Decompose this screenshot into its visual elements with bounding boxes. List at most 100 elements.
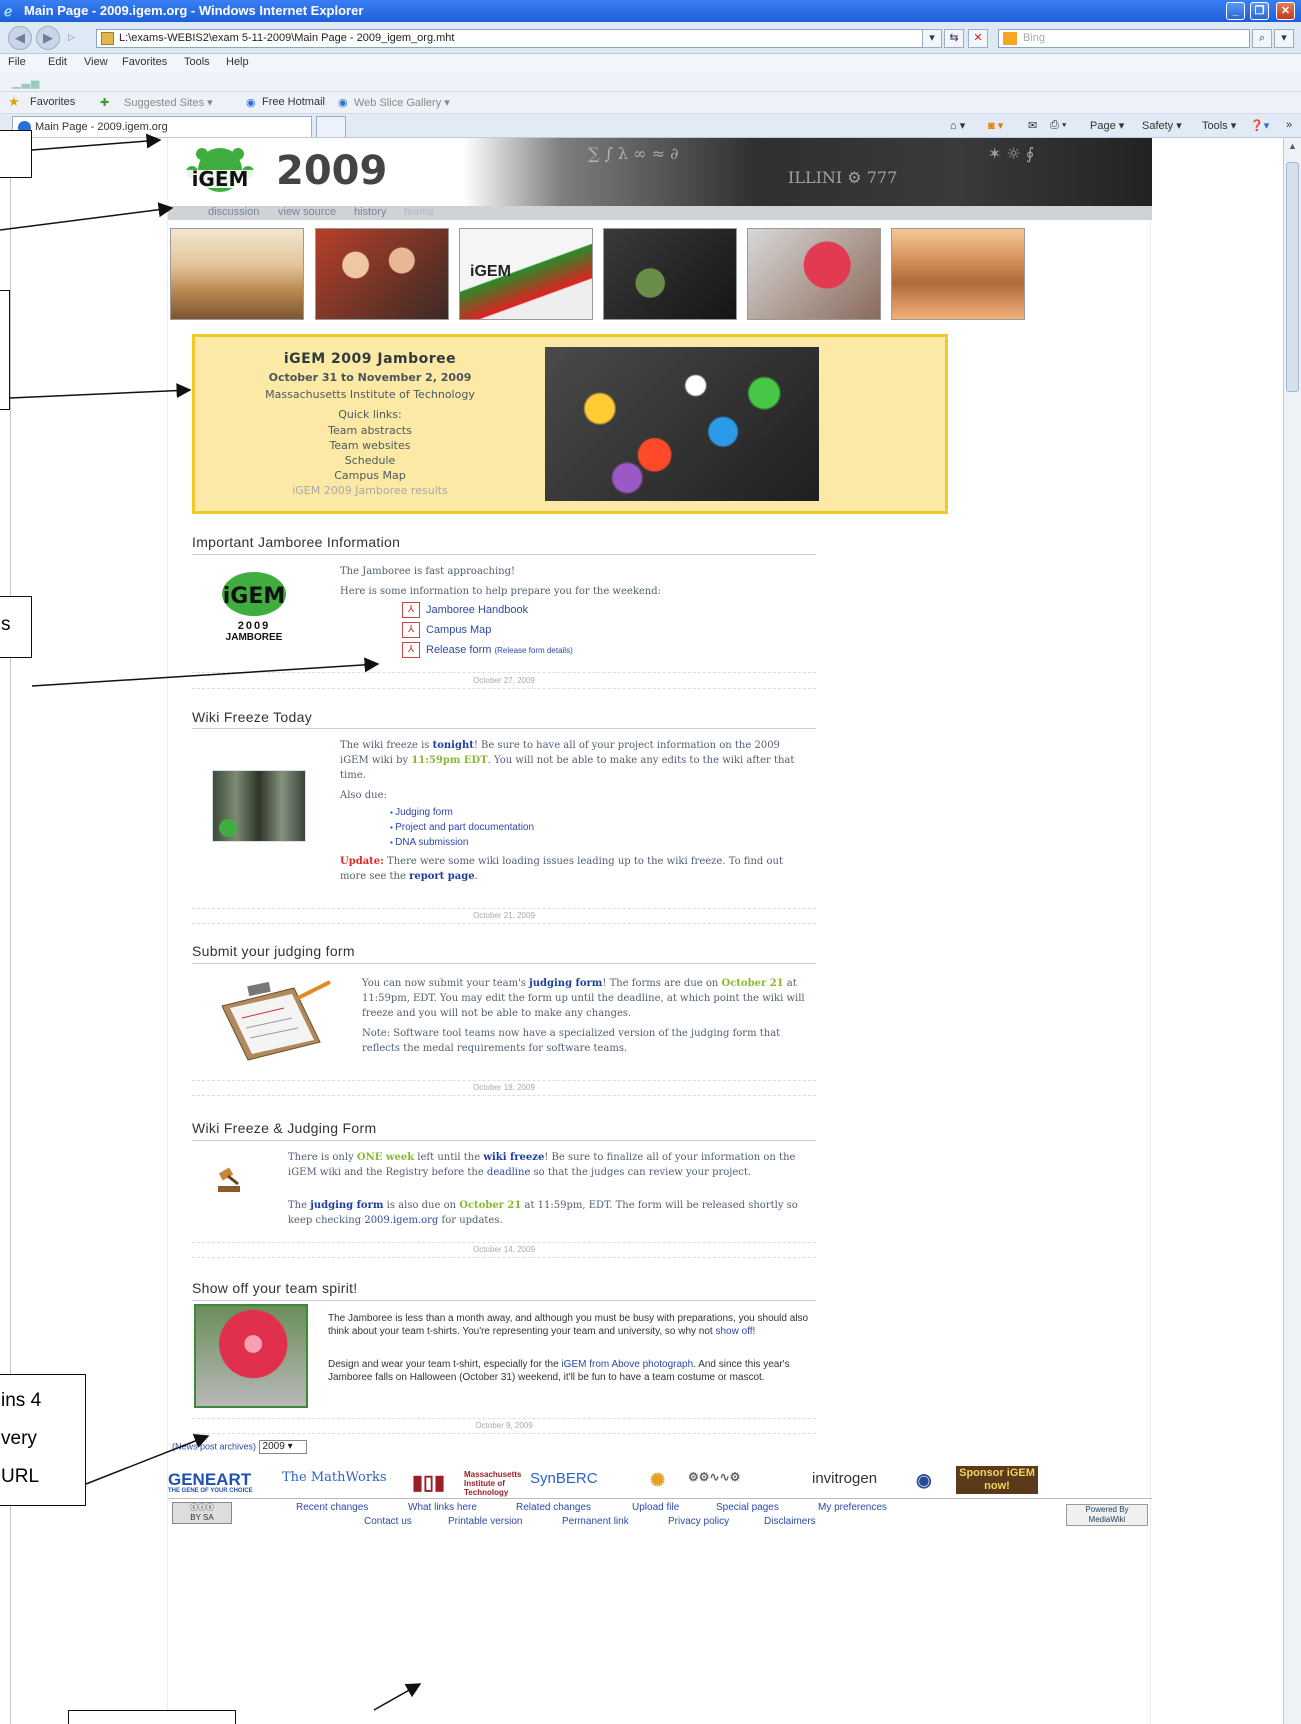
toolbar-overflow-icon[interactable]: » — [1286, 119, 1292, 131]
search-button[interactable]: ⌕ — [1252, 29, 1272, 48]
chalkboard-art-3: ✶ ☼ ∮ — [988, 144, 1035, 163]
mediawiki-badge[interactable]: Powered By MediaWiki — [1066, 1504, 1148, 1526]
freeze-photo[interactable] — [212, 770, 306, 842]
pdf-campus-map[interactable]: ⅄ Campus Map — [402, 622, 491, 638]
search-input[interactable]: Bing — [998, 29, 1250, 48]
new-tab-button[interactable] — [316, 116, 346, 137]
photo-mascot[interactable] — [747, 228, 881, 320]
footer-permanent-link[interactable]: Permanent link — [562, 1516, 629, 1527]
footer-privacy-policy[interactable]: Privacy policy — [668, 1516, 729, 1527]
print-icon[interactable]: ⎙ ▾ — [1050, 119, 1066, 132]
link-team-websites[interactable]: Team websites — [205, 438, 535, 453]
safety-menu[interactable]: Safety ▾ — [1142, 119, 1182, 132]
footer-what-links-here[interactable]: What links here — [408, 1502, 477, 1513]
footer-my-preferences[interactable]: My preferences — [818, 1502, 887, 1513]
tab-discussion[interactable]: discussion — [208, 206, 259, 218]
chalkboard-art-2: ILLINI ⚙ 777 — [788, 168, 898, 187]
sponsor-mathworks[interactable]: The MathWorks — [282, 1470, 387, 1485]
footer-upload-file[interactable]: Upload file — [632, 1502, 679, 1513]
mail-icon[interactable]: ✉ — [1028, 119, 1037, 132]
footer-disclaimers[interactable]: Disclaimers — [764, 1516, 816, 1527]
one-week-text: ONE week — [356, 1152, 415, 1163]
show-off-link[interactable]: show off! — [715, 1326, 755, 1337]
link-dna-submission[interactable]: DNA submission — [390, 837, 468, 848]
favorites-star-icon[interactable]: ★ — [8, 94, 20, 110]
link-schedule[interactable]: Schedule — [205, 453, 535, 468]
mascot-photo[interactable] — [194, 1304, 308, 1408]
scroll-up-icon[interactable]: ▲ — [1286, 141, 1299, 157]
photo-plates[interactable] — [891, 228, 1025, 320]
footer-contact-us[interactable]: Contact us — [364, 1516, 412, 1527]
sponsor-geneart[interactable]: GENEART — [168, 1470, 251, 1490]
pdf-release-form[interactable]: ⅄ Release form (Release form details) — [402, 642, 573, 658]
menu-edit[interactable]: Edit — [48, 56, 67, 68]
link-team-abstracts[interactable]: Team abstracts — [205, 423, 535, 438]
sponsor-invitrogen[interactable]: invitrogen — [812, 1470, 877, 1487]
browser-tab[interactable]: Main Page - 2009.igem.org — [12, 116, 312, 137]
link-campus-map[interactable]: Campus Map — [205, 468, 535, 483]
photo-lab-boxes[interactable] — [170, 228, 304, 320]
close-button[interactable]: ✕ — [1276, 2, 1295, 20]
sponsor-mit[interactable]: Massachusetts Institute of Technology — [464, 1470, 524, 1497]
due-date: October 21 — [721, 978, 784, 989]
forward-button[interactable]: ▶ — [36, 26, 60, 50]
recent-pages-icon[interactable]: ▷ — [68, 32, 75, 43]
igem-logo[interactable]: iGEM — [172, 146, 268, 200]
tab-history[interactable]: history — [354, 206, 386, 218]
menu-file[interactable]: File — [8, 56, 26, 68]
tab-teams[interactable]: teams — [404, 206, 434, 218]
sponsor-igem-now-button[interactable]: Sponsor iGEM now! — [956, 1466, 1038, 1494]
sponsor-synberc[interactable]: SynBERC — [530, 1470, 598, 1487]
free-hotmail-link[interactable]: Free Hotmail — [262, 96, 325, 108]
add-favorite-icon[interactable]: ✚ — [100, 96, 109, 109]
wiki-freeze-link[interactable]: wiki freeze — [483, 1152, 544, 1163]
photo-students[interactable] — [603, 228, 737, 320]
igem-site-link[interactable]: 2009.igem.org — [364, 1215, 438, 1226]
photo-team-crowd[interactable] — [315, 228, 449, 320]
menu-help[interactable]: Help — [226, 56, 249, 68]
web-slice-gallery-link[interactable]: Web Slice Gallery ▾ — [354, 96, 450, 109]
minimize-button[interactable]: _ — [1226, 2, 1245, 20]
footer-special-pages[interactable]: Special pages — [716, 1502, 779, 1513]
igem-from-above-link[interactable]: iGEM from Above photograph — [561, 1359, 693, 1370]
help-icon[interactable]: ❓▾ — [1250, 119, 1269, 132]
maximize-button[interactable]: ❐ — [1250, 2, 1269, 20]
menu-favorites[interactable]: Favorites — [122, 56, 167, 68]
tools-menu[interactable]: Tools ▾ — [1202, 119, 1236, 132]
link-jamboree-results[interactable]: iGEM 2009 Jamboree results — [205, 483, 535, 498]
vertical-scrollbar[interactable]: ▲ — [1283, 138, 1301, 1724]
feeds-icon[interactable]: ◙ ▾ — [988, 119, 1003, 132]
menu-view[interactable]: View — [84, 56, 108, 68]
link-judging-form[interactable]: Judging form — [390, 807, 453, 818]
deadline-link[interactable]: deadline — [487, 1167, 530, 1178]
page-viewport: ∑ ∫ λ ∞ ≈ ∂ ILLINI ⚙ 777 ✶ ☼ ∮ iGEM 2009… — [10, 138, 1280, 1724]
report-page-link[interactable]: report page — [409, 871, 475, 882]
footer-printable-version[interactable]: Printable version — [448, 1516, 522, 1527]
home-icon[interactable]: ⌂ ▾ — [950, 119, 965, 132]
suggested-sites-link[interactable]: Suggested Sites ▾ — [124, 96, 213, 109]
favorites-button[interactable]: Favorites — [30, 96, 75, 108]
judging-form-link-2[interactable]: judging form — [310, 1200, 383, 1211]
search-options-icon[interactable]: ▾ — [1274, 29, 1294, 48]
pdf-jamboree-handbook[interactable]: ⅄ Jamboree Handbook — [402, 602, 528, 618]
address-dropdown-icon[interactable]: ▾ — [922, 29, 942, 48]
footer-recent-changes[interactable]: Recent changes — [296, 1502, 368, 1513]
judging-form-link[interactable]: judging form — [529, 978, 602, 989]
scroll-thumb[interactable] — [1286, 162, 1299, 392]
back-button[interactable]: ◀ — [8, 26, 32, 50]
link-part-documentation[interactable]: Project and part documentation — [390, 822, 534, 833]
address-input[interactable]: L:\exams-WEBIS2\exam 5-11-2009\Main Page… — [96, 29, 936, 48]
menu-tools[interactable]: Tools — [184, 56, 210, 68]
date-rule — [192, 923, 816, 924]
release-form-details-link[interactable]: (Release form details) — [494, 646, 572, 655]
jamboree-crowd-photo[interactable] — [545, 347, 819, 501]
archive-year-select[interactable]: 2009 ▾ — [258, 1440, 307, 1454]
post-date-freeze: October 21, 2009 — [473, 911, 535, 920]
footer-related-changes[interactable]: Related changes — [516, 1502, 591, 1513]
stop-button[interactable]: ✕ — [968, 29, 988, 48]
page-menu[interactable]: Page ▾ — [1090, 119, 1124, 132]
photo-igem-banner[interactable]: iGEM — [459, 228, 593, 320]
fbi-seal-icon: ◉ — [916, 1470, 932, 1490]
tab-view-source[interactable]: view source — [278, 206, 336, 218]
refresh-button[interactable]: ⇆ — [944, 29, 964, 48]
